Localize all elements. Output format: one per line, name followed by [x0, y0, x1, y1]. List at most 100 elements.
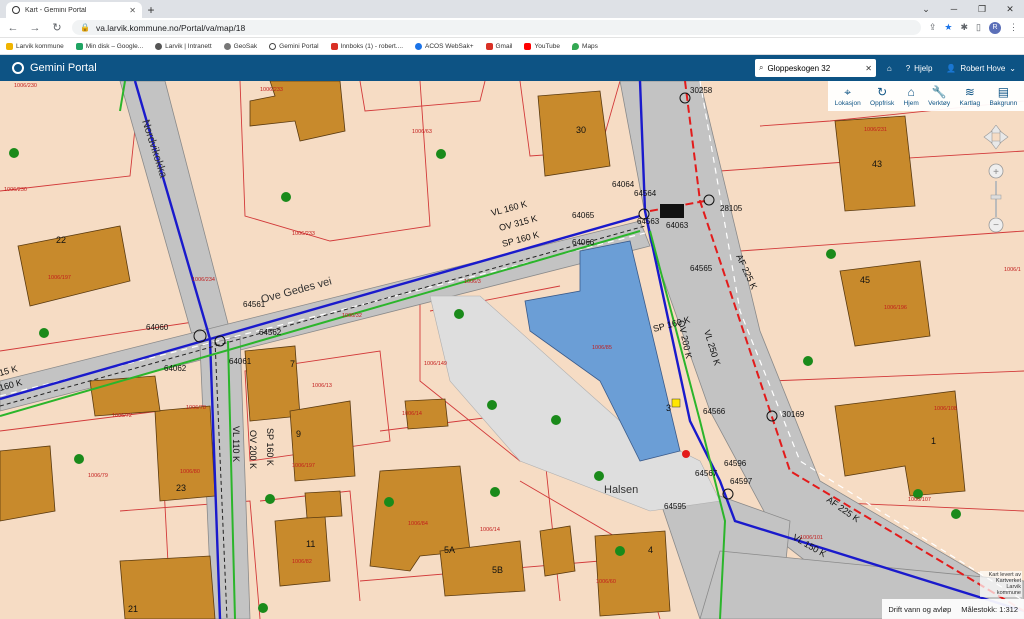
bookmark-item[interactable]: GeoSak [223, 42, 257, 50]
lock-icon: 🔒 [80, 23, 90, 32]
pan-left-icon[interactable] [983, 130, 993, 144]
house-number: 1 [931, 436, 936, 446]
home-icon: ⌂ [886, 63, 892, 73]
refresh-icon: ↻ [877, 84, 888, 99]
house-number: 22 [56, 235, 66, 245]
node-id: 64062 [164, 364, 187, 373]
scale-label: Målestokk: 1:312 [961, 604, 1018, 614]
restore-icon[interactable]: ❐ [968, 0, 996, 18]
parcel-label: 1006/80 [180, 469, 200, 475]
bookmark-item[interactable]: Larvik | Intranett [155, 42, 212, 50]
bookmark-item[interactable]: Larvik kommune [6, 42, 64, 50]
clear-search-icon[interactable]: ✕ [865, 64, 872, 73]
map-svg[interactable]: NordvikokkaOve Gedes veiHalsenVL 160 KOV… [0, 81, 1024, 619]
tool-hjem[interactable]: ⌂ Hjem [904, 85, 919, 107]
crosshair-icon: ⌖ [844, 84, 852, 99]
node-id: 64567 [695, 469, 718, 478]
node-id: 64562 [259, 328, 282, 337]
profile-avatar[interactable]: R [989, 21, 1001, 34]
bookmark-item[interactable]: Maps [572, 42, 598, 50]
node-id: 64565 [690, 264, 713, 273]
node-id: 64061 [229, 357, 252, 366]
user-menu[interactable]: 👤 Robert Hove ⌄ [946, 64, 1016, 73]
node-id: 64060 [146, 323, 169, 332]
bookmark-item[interactable]: ACOS WebSak+ [415, 42, 474, 50]
tool-lokasjon[interactable]: ⌖ Lokasjon [835, 84, 861, 107]
parcel-label: 1006/233 [292, 231, 315, 237]
search-input[interactable] [767, 63, 862, 73]
address-search[interactable]: ⌕ ✕ [755, 59, 876, 77]
bookmark-star-icon[interactable]: ★ [944, 22, 952, 33]
minimize-icon[interactable]: ─ [940, 0, 968, 18]
close-window-icon[interactable]: ✕ [996, 0, 1024, 18]
parcel-label: 1006/149 [424, 361, 447, 367]
node-id: 64595 [664, 502, 687, 511]
gemini-favicon-icon [12, 6, 20, 14]
drive-icon [75, 42, 83, 50]
sidepanel-icon[interactable]: ▯ [976, 22, 981, 33]
close-tab-icon[interactable]: ✕ [129, 6, 136, 15]
parcel-label: 1006/78 [186, 405, 206, 411]
pan-right-icon[interactable] [999, 130, 1009, 144]
house-number: 5A [444, 545, 455, 555]
search-icon: ⌕ [759, 63, 764, 72]
bookmark-item[interactable]: Gemini Portal [269, 42, 319, 50]
forward-arrow-icon[interactable]: → [28, 22, 42, 34]
map-toolbar: ⌖ Lokasjon ↻ Oppfrisk ⌂ Hjem 🔧 Verktøy ≋ Kart… [828, 81, 1024, 111]
house-number: 30 [576, 125, 586, 135]
parcel-label: 1006/14 [402, 411, 422, 417]
street-name: Halsen [604, 484, 638, 496]
help-button[interactable]: ? Hjelp [906, 64, 933, 73]
chevron-down-icon[interactable]: ⌄ [912, 0, 940, 18]
parcel-label: 1006/230 [4, 187, 27, 193]
tool-oppfrisk[interactable]: ↻ Oppfrisk [870, 84, 894, 107]
menu-kebab-icon[interactable]: ⋮ [1009, 22, 1018, 33]
question-icon: ? [905, 63, 911, 73]
node-id: 64561 [243, 300, 266, 309]
parcel-label: 1006/234 [192, 277, 215, 283]
address-bar[interactable]: 🔒 va.larvik.kommune.no/Portal/va/map/18 [72, 20, 921, 35]
parcel-label: 1006/196 [884, 305, 907, 311]
app-header: Gemini Portal ⌕ ✕ ⌂ ?Hjelp 👤Robert Hove⌄ [0, 55, 1024, 81]
pump-station-marker[interactable] [660, 204, 684, 218]
hydrant-marker[interactable] [682, 450, 690, 458]
share-icon[interactable]: ⇪ [929, 22, 937, 33]
map-canvas[interactable]: Nordvikokka Ove Gedes vei Halsen VL 160 K OV… [0, 81, 1024, 619]
bookmark-item[interactable]: Min disk – Google... [75, 42, 143, 50]
info-marker[interactable] [671, 398, 681, 408]
parcel-label: 1006/79 [88, 473, 108, 479]
browser-tab-bar: Kart - Gemini Portal ✕ + ⌄ ─ ❐ ✕ [0, 0, 1024, 18]
maps-pin-icon [572, 42, 580, 50]
bookmark-item[interactable]: Innboks (1) - robert.... [330, 42, 403, 50]
user-icon: 👤 [946, 63, 957, 73]
browser-tab[interactable]: Kart - Gemini Portal ✕ [6, 2, 142, 18]
tab-title: Kart - Gemini Portal [25, 6, 87, 14]
zoom-slider-handle[interactable] [990, 194, 1002, 200]
app-logo[interactable]: Gemini Portal [12, 62, 97, 74]
globe-icon [223, 42, 231, 50]
node-id: 30169 [782, 410, 805, 419]
house-number: 43 [872, 159, 882, 169]
reload-icon[interactable]: ↻ [50, 21, 64, 34]
parcel-label: 1006/72 [112, 413, 132, 419]
node-id: 30258 [690, 86, 713, 95]
node-id: 64064 [612, 180, 635, 189]
svg-text:+: + [993, 167, 999, 178]
bookmark-item[interactable]: YouTube [524, 42, 560, 50]
house-number: 45 [860, 275, 870, 285]
url-text: va.larvik.kommune.no/Portal/va/map/18 [95, 22, 246, 33]
new-tab-button[interactable]: + [142, 2, 160, 18]
tool-verktoy[interactable]: 🔧 Verktøy [928, 85, 950, 107]
active-layer-label[interactable]: Drift vann og avløp [888, 605, 951, 614]
extension-puzzle-icon[interactable]: ✱ [961, 22, 969, 33]
node-id: 64566 [703, 407, 726, 416]
tool-bakgrunn[interactable]: ▤ Bakgrunn [989, 85, 1017, 107]
bookmark-item[interactable]: Gmail [485, 42, 512, 50]
home-button[interactable]: ⌂ [887, 64, 892, 73]
gmail-icon [485, 42, 493, 50]
parcel-label: 1006/107 [908, 497, 931, 503]
house-number: 9 [296, 429, 301, 439]
back-arrow-icon[interactable]: ← [6, 22, 20, 34]
gmail-icon [330, 42, 338, 50]
tool-kartlag[interactable]: ≋ Kartlag [960, 85, 981, 107]
